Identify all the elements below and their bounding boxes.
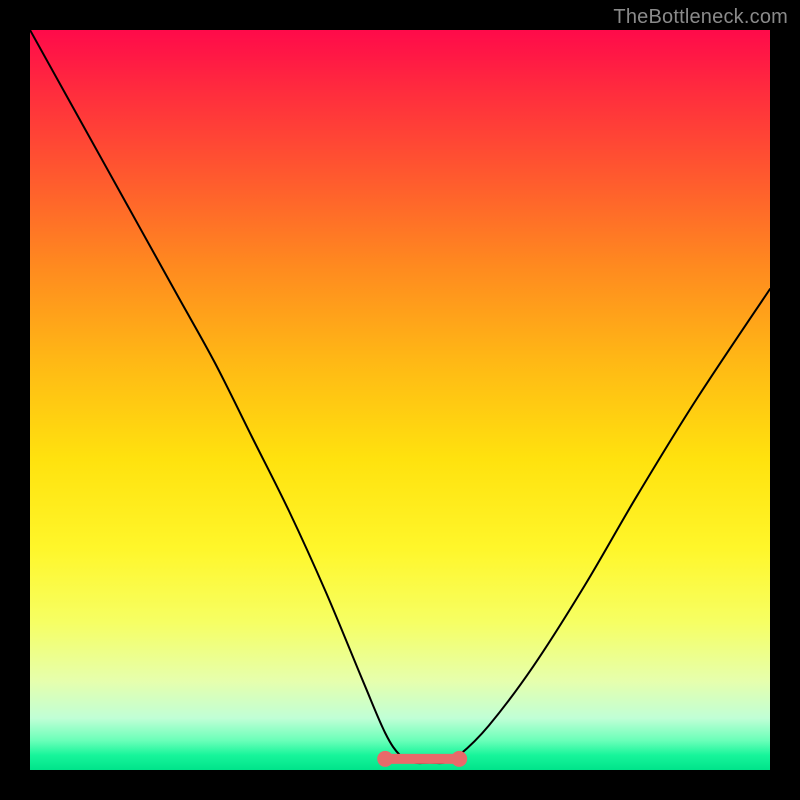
flat-region-right-marker [451,751,467,767]
bottleneck-curve [30,30,770,763]
flat-region-left-marker [377,751,393,767]
curve-layer [30,30,770,770]
chart-frame: TheBottleneck.com [0,0,800,800]
watermark-text: TheBottleneck.com [613,6,788,29]
plot-area [30,30,770,770]
